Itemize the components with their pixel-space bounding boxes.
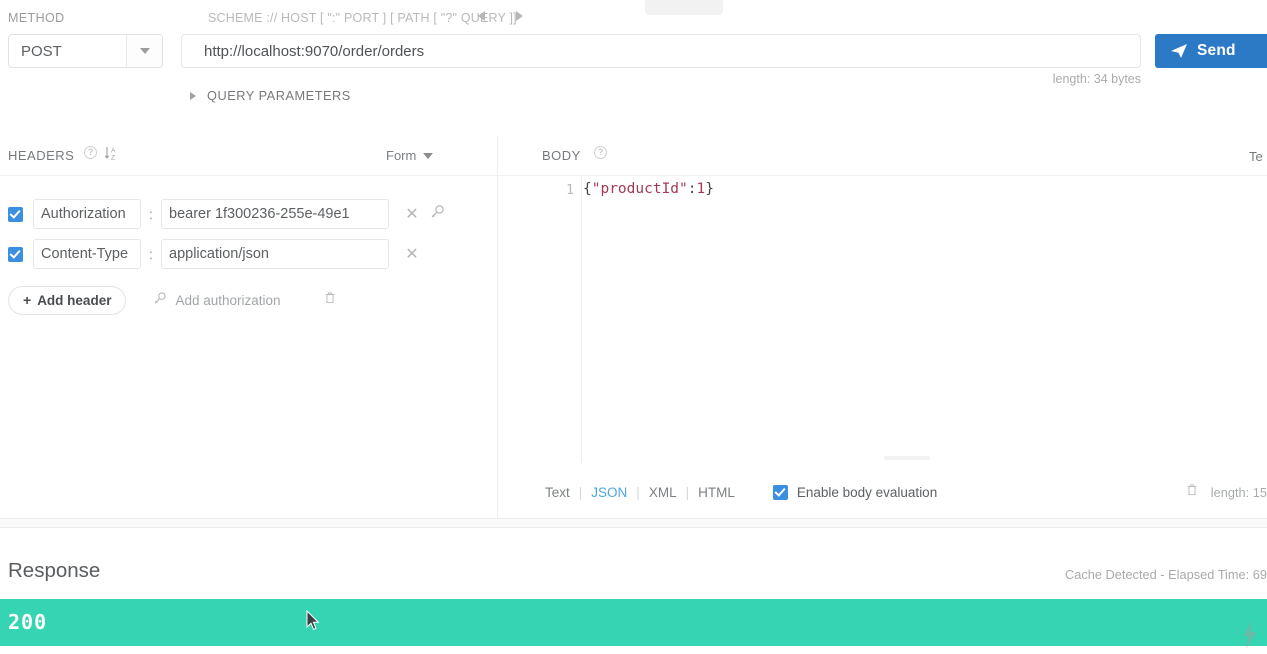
headers-view-mode-value: Form [386,148,417,163]
question-mark-icon[interactable]: ? [84,146,97,159]
format-tab-html[interactable]: HTML [698,485,735,500]
header-separator: : [149,206,153,222]
headers-toolbar: HEADERS ? A Z Form [0,140,497,176]
chevron-down-icon [423,152,434,159]
headers-list: : ✕ : ✕ [0,194,497,274]
method-value: POST [21,42,62,60]
headers-title: HEADERS [8,148,75,163]
method-select[interactable]: POST [8,34,163,68]
chevron-down-icon [139,48,150,54]
method-label: METHOD [8,11,65,25]
status-code: 200 [8,610,48,634]
response-header: Response Cache Detected - Elapsed Time: … [0,529,1267,599]
header-key-input[interactable] [33,199,141,229]
query-parameters-toggle[interactable]: QUERY PARAMETERS [190,88,351,103]
svg-text:A: A [111,148,116,155]
add-header-label: Add header [37,292,112,308]
response-title: Response [8,559,101,582]
header-value-input[interactable] [161,239,389,269]
lightning-icon [1239,621,1261,649]
editor-resize-handle[interactable] [884,456,930,460]
query-parameters-label: QUERY PARAMETERS [207,88,351,103]
url-format-label: SCHEME :// HOST [ ":" PORT ] [ PATH [ "?… [208,11,517,25]
header-separator: : [149,246,153,262]
code-key: "productId" [591,181,688,197]
body-footer-right: length: 15 [1185,483,1267,502]
question-mark-icon[interactable]: ? [594,146,607,159]
close-icon[interactable]: ✕ [401,244,423,264]
body-code-line: {"productId":1} [583,181,714,197]
header-enabled-checkbox[interactable] [8,246,23,262]
panel-prev-button[interactable] [472,7,490,25]
close-icon[interactable]: ✕ [401,204,423,224]
svg-text:Z: Z [111,155,115,162]
triangle-left-icon [477,11,485,21]
format-tab-text[interactable]: Text [545,485,570,500]
body-footer: Text | JSON | XML | HTML Enable body eva… [498,466,1267,518]
request-response-separator[interactable] [0,518,1267,528]
format-separator: | [636,484,640,500]
paper-plane-icon [1171,44,1187,58]
trash-icon[interactable] [1185,483,1199,502]
triangle-right-icon [515,11,523,21]
send-button[interactable]: Send [1155,34,1267,68]
add-header-button[interactable]: + Add header [8,285,127,315]
add-authorization-label: Add authorization [175,292,281,308]
enable-body-evaluation-label: Enable body evaluation [796,484,938,500]
key-icon [152,291,167,309]
plus-icon: + [23,292,32,308]
url-input[interactable] [181,34,1141,68]
triangle-right-icon [190,91,196,100]
request-length: length: 34 bytes [1052,72,1141,86]
enable-body-evaluation-checkbox[interactable] [772,484,788,500]
response-meta: Cache Detected - Elapsed Time: 69 [1064,567,1267,582]
enable-body-evaluation-toggle[interactable]: Enable body evaluation [772,484,938,500]
code-brace-open: { [583,181,592,197]
format-tab-json[interactable]: JSON [591,485,627,500]
body-toolbar: BODY ? Te [498,140,1267,176]
body-title: BODY [542,148,581,163]
rest-client-window: METHOD SCHEME :// HOST [ ":" PORT ] [ PA… [0,0,1267,654]
body-format-tabs: Text | JSON | XML | HTML [545,485,735,500]
sort-alpha-icon[interactable]: A Z [104,145,120,162]
response-status-bar: 200 [0,599,1267,649]
code-value: 1 [696,181,706,197]
code-colon: : [687,181,697,197]
header-row: : ✕ [0,194,497,234]
send-label: Send [1197,42,1236,59]
header-key-input[interactable] [33,239,141,269]
editor-gutter-divider [581,177,582,462]
header-row: : ✕ [0,234,497,274]
line-number: 1 [566,183,574,198]
code-brace-close: } [705,181,714,197]
method-dropdown-toggle[interactable] [126,35,162,67]
format-separator: | [685,484,690,500]
key-icon[interactable] [429,204,449,225]
header-enabled-checkbox[interactable] [8,206,23,222]
panel-next-button[interactable] [510,7,528,25]
body-editor[interactable]: 1 {"productId":1} [498,177,1267,462]
format-separator: | [578,484,583,500]
body-right-tab-truncated[interactable]: Te [1249,149,1267,164]
add-authorization-button[interactable]: Add authorization [152,291,281,309]
headers-actions: + Add header Add authorization [0,285,497,315]
header-value-input[interactable] [161,199,389,229]
format-tab-xml[interactable]: XML [649,485,677,500]
request-labels: METHOD SCHEME :// HOST [ ":" PORT ] [ PA… [0,11,1267,31]
headers-view-mode-select[interactable]: Form [386,148,434,163]
body-length: length: 15 [1210,484,1267,500]
trash-icon[interactable] [323,291,337,310]
